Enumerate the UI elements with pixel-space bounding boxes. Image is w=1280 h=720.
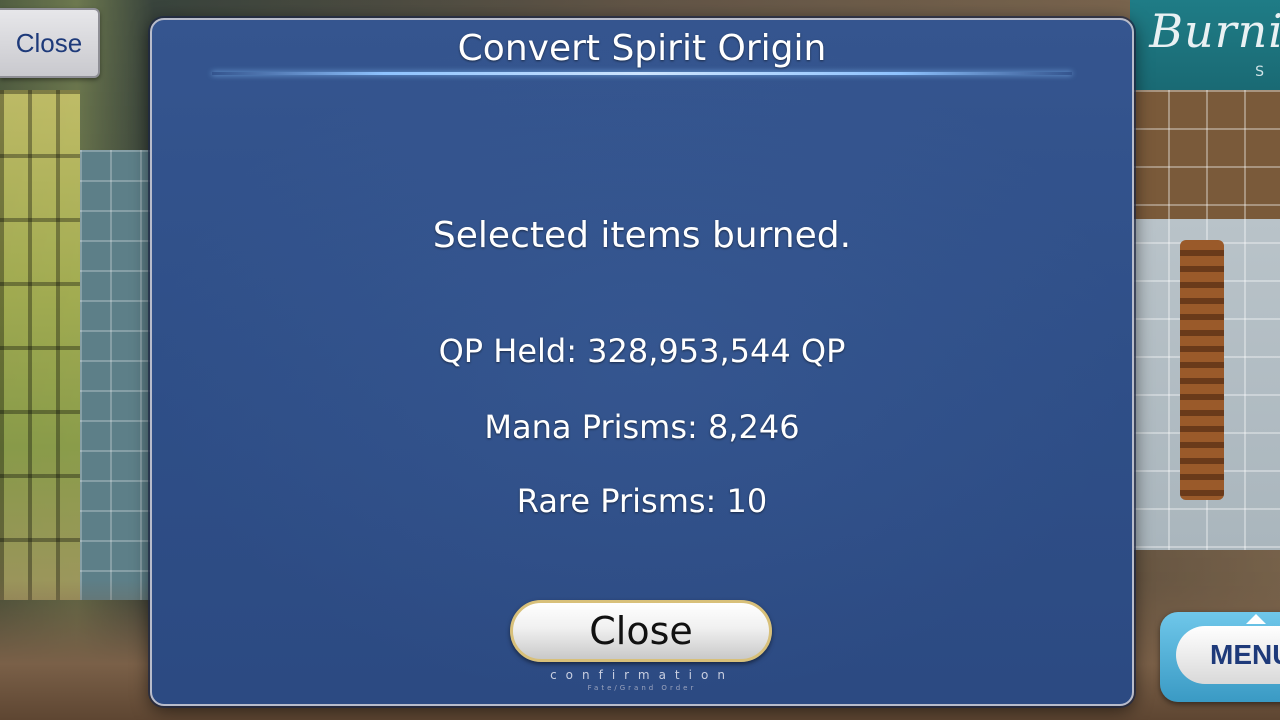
banner-subtitle: S: [1255, 64, 1268, 80]
mana-prisms-text: Mana Prisms: 8,246: [484, 408, 800, 446]
result-message: Selected items burned.: [432, 215, 852, 256]
background-banner: Burni S: [1130, 0, 1280, 90]
background-right-wall: [1130, 90, 1280, 550]
close-button[interactable]: Close: [510, 600, 772, 662]
top-close-button[interactable]: Close: [0, 8, 100, 78]
title-divider: [212, 72, 1072, 75]
background-window: [0, 90, 80, 600]
menu-button[interactable]: MENU: [1160, 612, 1280, 702]
dialog-title: Convert Spirit Origin: [457, 28, 827, 69]
menu-label: MENU: [1176, 626, 1280, 684]
banner-title: Burni: [1149, 4, 1280, 58]
close-button-subcaption: Fate/Grand Order: [587, 684, 697, 692]
caret-up-icon: [1246, 614, 1266, 624]
background-tiles: [80, 150, 155, 600]
qp-held-text: QP Held: 328,953,544 QP: [438, 332, 846, 370]
close-button-caption: confirmation: [550, 668, 734, 682]
convert-dialog: Convert Spirit Origin Selected items bur…: [150, 18, 1134, 706]
rare-prisms-text: Rare Prisms: 10: [516, 482, 768, 520]
